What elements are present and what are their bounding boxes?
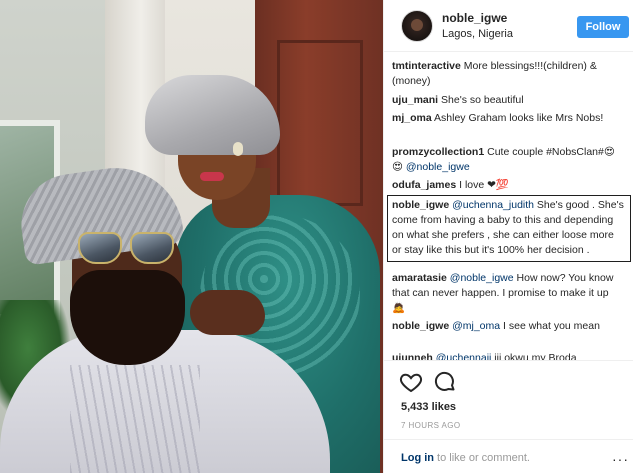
comment-mention[interactable]: @uchennaii (436, 352, 492, 360)
comment-username[interactable]: amaratasie (392, 272, 447, 284)
post-header: noble_igwe Lagos, Nigeria Follow (384, 0, 633, 52)
post-sidebar: noble_igwe Lagos, Nigeria Follow tmtinte… (383, 0, 633, 473)
comment-item: odufa_james I love ❤💯 (388, 178, 628, 193)
comment-text: iii okwu my Broda (494, 352, 577, 360)
heart-icon[interactable] (399, 370, 423, 394)
post-timestamp[interactable]: 7 HOURS AGO (401, 421, 461, 430)
comment-username[interactable]: promzycollection1 (392, 146, 484, 158)
comment-username[interactable]: noble_igwe (392, 199, 449, 211)
post-photo[interactable] (0, 0, 383, 473)
comment-text: Ashley Graham looks like Mrs Nobs! (434, 112, 604, 124)
right-lens (130, 232, 174, 264)
comment-username[interactable]: noble_igwe (392, 320, 449, 332)
follow-button[interactable]: Follow (577, 16, 629, 38)
login-link[interactable]: Log in (401, 452, 434, 464)
comment-text: I see what you mean (503, 320, 600, 332)
post-actions: 5,433 likes 7 HOURS AGO Log in to like o… (384, 360, 633, 473)
comment-item: mj_oma Ashley Graham looks like Mrs Nobs… (388, 111, 628, 126)
comment-item: promzycollection1 Cute couple #NobsClan#… (388, 145, 628, 175)
post-location[interactable]: Lagos, Nigeria (442, 28, 513, 40)
avatar[interactable] (401, 10, 433, 42)
comments-list[interactable]: tmtinteractive More blessings!!!(childre… (384, 53, 633, 360)
comment-mention[interactable]: @noble_igwe (406, 161, 470, 173)
login-prompt: Log in to like or comment. ··· (384, 439, 633, 473)
comment-mention[interactable]: @mj_oma (452, 320, 500, 332)
comment-item: amaratasie @noble_igwe How now? You know… (388, 271, 628, 316)
login-prompt-rest: to like or comment. (434, 452, 530, 464)
comment-item: uiunneh @uchennaii iii okwu my Broda (388, 351, 628, 360)
left-lens (78, 232, 122, 264)
comment-item: uju_mani She's so beautiful (388, 93, 628, 108)
man-sunglasses (78, 232, 178, 266)
comment-username[interactable]: odufa_james (392, 179, 456, 191)
woman-earring (233, 142, 243, 156)
post-author-username[interactable]: noble_igwe (442, 11, 507, 25)
comment-bubble-icon[interactable] (433, 370, 457, 394)
comment-mention[interactable]: @noble_igwe (450, 272, 514, 284)
comment-item: tmtinteractive More blessings!!!(childre… (388, 59, 628, 89)
login-prompt-text: Log in to like or comment. (401, 452, 530, 464)
woman-lips (200, 172, 224, 181)
comment-text: I love ❤💯 (459, 179, 510, 191)
woman-hand (190, 290, 265, 335)
comment-mention[interactable]: @uchenna_judith (452, 199, 534, 211)
comment-text: She's so beautiful (441, 94, 524, 106)
comment-item: noble_igwe @mj_oma I see what you mean (388, 319, 628, 334)
comment-username[interactable]: uiunneh (392, 352, 433, 360)
comment-username[interactable]: uju_mani (392, 94, 438, 106)
more-options-button[interactable]: ··· (612, 451, 629, 467)
man-robe-pattern (70, 365, 200, 473)
highlighted-comment: noble_igwe @uchenna_judith She's good . … (387, 195, 631, 262)
comment-username[interactable]: mj_oma (392, 112, 432, 124)
like-count[interactable]: 5,433 likes (401, 401, 456, 413)
comment-username[interactable]: tmtinteractive (392, 60, 461, 72)
